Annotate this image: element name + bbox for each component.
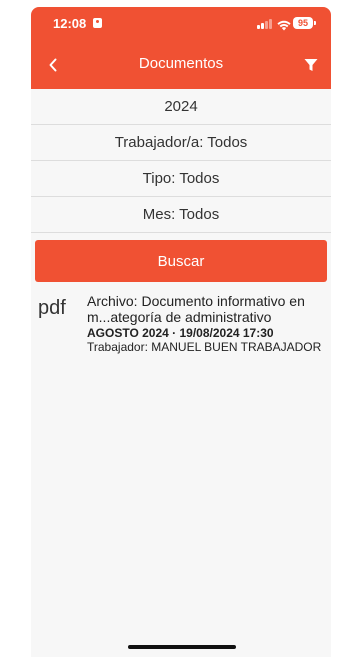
filter-icon (304, 59, 318, 71)
document-worker: Trabajador: MANUEL BUEN TRABAJADOR (87, 340, 322, 354)
app-header: 12:08 95 Documentos (31, 7, 331, 89)
wifi-icon (277, 18, 291, 36)
status-bar: 12:08 95 (31, 7, 331, 41)
filter-worker[interactable]: Trabajador/a: Todos (31, 125, 331, 161)
document-type: pdf (38, 297, 66, 319)
document-list-item[interactable]: pdf Archivo: Documento informativo en m.… (31, 289, 331, 359)
id-card-icon (93, 18, 102, 28)
nav-bar: Documentos (31, 45, 331, 85)
filter-year[interactable]: 2024 (31, 89, 331, 125)
signal-icon (257, 19, 273, 29)
search-button[interactable]: Buscar (35, 240, 327, 282)
app-screen: 12:08 95 Documentos 2024 Trabajador/a: T… (31, 7, 331, 657)
filter-month[interactable]: Mes: Todos (31, 197, 331, 233)
status-time: 12:08 (53, 16, 87, 31)
document-title: Archivo: Documento informativo en m...at… (87, 293, 305, 325)
battery-icon: 95 (293, 17, 316, 29)
filter-type[interactable]: Tipo: Todos (31, 161, 331, 197)
document-details: Archivo: Documento informativo en m...at… (87, 293, 331, 354)
home-indicator (128, 645, 236, 649)
page-title: Documentos (138, 55, 224, 72)
filter-list: 2024 Trabajador/a: Todos Tipo: Todos Mes… (31, 89, 331, 233)
filter-button[interactable] (299, 53, 323, 77)
document-date: AGOSTO 2024 · 19/08/2024 17:30 (87, 326, 274, 340)
